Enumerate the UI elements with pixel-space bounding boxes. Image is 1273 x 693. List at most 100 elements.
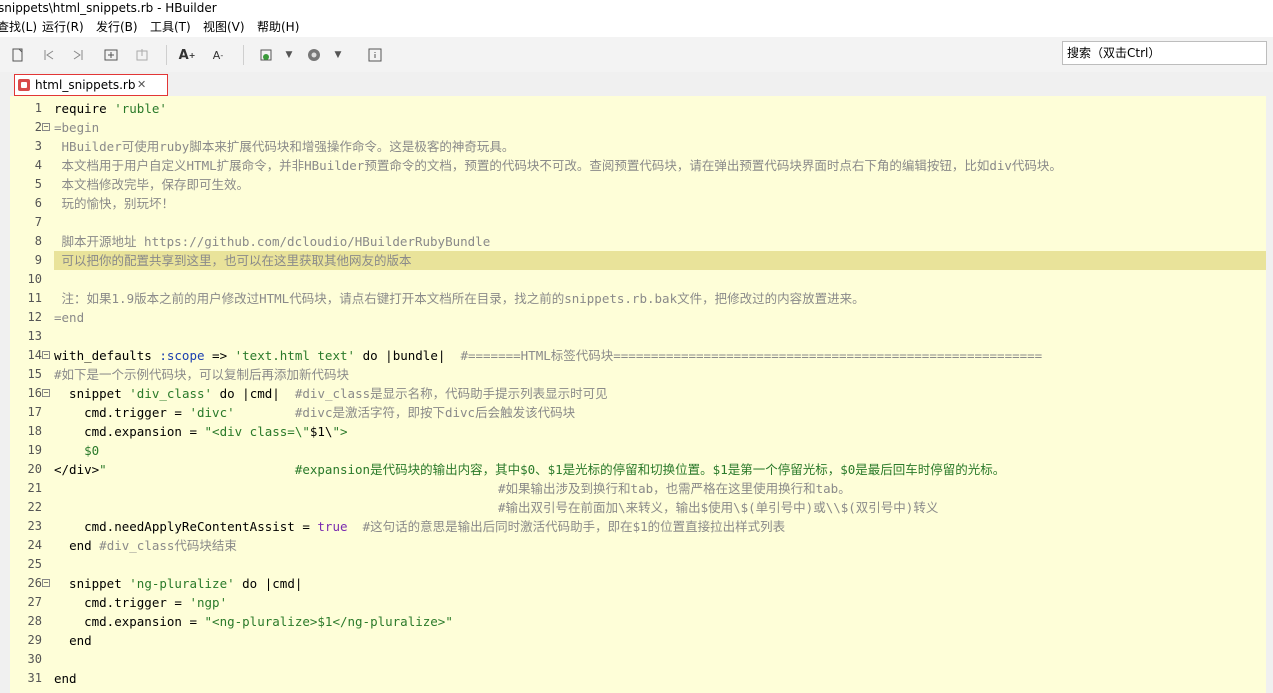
step-back-icon[interactable] <box>41 47 57 63</box>
line-number: 24 <box>27 538 42 552</box>
code-line[interactable]: 1 require 'ruble' <box>10 99 1273 118</box>
format-icon[interactable] <box>103 47 119 63</box>
new-file-icon[interactable] <box>10 47 26 63</box>
code-line[interactable]: 11 注：如果1.9版本之前的用户修改过HTML代码块，请点右键打开本文档所在目… <box>10 289 1273 308</box>
code-text: HBuilder可使用ruby脚本来扩展代码块和增强操作命令。这是极客的神奇玩具… <box>54 139 515 154</box>
code-line[interactable]: 6 玩的愉快，别玩坏！ <box>10 194 1273 213</box>
code-line[interactable]: 2− =begin <box>10 118 1273 137</box>
line-number: 30 <box>27 652 42 666</box>
code-line[interactable]: 8 脚本开源地址 https://github.com/dcloudio/HBu… <box>10 232 1273 251</box>
code-text: cmd.trigger = 'divc' #divc是激活字符，即按下divc后… <box>54 405 576 420</box>
fold-toggle-icon[interactable]: − <box>42 351 50 359</box>
code-line[interactable]: 9 可以把你的配置共享到这里，也可以在这里获取其他网友的版本 <box>10 251 1273 270</box>
code-line[interactable]: 27 cmd.trigger = 'ngp' <box>10 593 1273 612</box>
line-number: 18 <box>27 424 42 438</box>
code-line[interactable]: 20 </div>" #expansion是代码块的输出内容，其中$0、$1是光标… <box>10 460 1273 479</box>
code-line[interactable]: 16− snippet 'div_class' do |cmd| #div_cl… <box>10 384 1273 403</box>
code-text: end <box>69 633 92 648</box>
tab-label: html_snippets.rb <box>35 78 136 92</box>
line-number: 8 <box>34 234 42 248</box>
tab-html-snippets[interactable]: html_snippets.rb ✕ <box>14 74 168 96</box>
code-text: </div>" #expansion是代码块的输出内容，其中$0、$1是光标的停… <box>54 462 1006 477</box>
code-line[interactable]: 18 cmd.expansion = "<div class=\"$1\"> <box>10 422 1273 441</box>
line-number: 25 <box>27 557 42 571</box>
fold-toggle-icon[interactable]: − <box>42 123 50 131</box>
code-line[interactable]: 28 cmd.expansion = "<ng-pluralize>$1</ng… <box>10 612 1273 631</box>
line-number: 22 <box>27 500 42 514</box>
code-text: #如果输出涉及到换行和tab，也需严格在这里使用换行和tab。 <box>498 481 851 496</box>
line-number: 4 <box>34 158 42 172</box>
info-icon[interactable] <box>367 47 383 63</box>
code-text: =begin <box>54 120 100 135</box>
step-forward-icon[interactable] <box>70 47 86 63</box>
line-number: 13 <box>27 329 42 343</box>
code-text: end <box>54 671 77 686</box>
code-line[interactable]: 30 <box>10 650 1273 669</box>
line-number: 19 <box>27 443 42 457</box>
code-line[interactable]: 22 #输出双引号在前面加\来转义，输出$使用\$(单引号中)或\\$(双引号中… <box>10 498 1273 517</box>
code-line[interactable]: 10 <box>10 270 1273 289</box>
code-line[interactable]: 19 $0 <box>10 441 1273 460</box>
code-line[interactable]: 21 #如果输出涉及到换行和tab，也需严格在这里使用换行和tab。 <box>10 479 1273 498</box>
line-number: 27 <box>27 595 42 609</box>
code-text: $0 <box>54 443 100 458</box>
line-number: 11 <box>27 291 42 305</box>
toolbar-separator <box>243 45 244 65</box>
font-increase-icon[interactable]: A + <box>179 47 196 63</box>
menu-help[interactable]: 帮助(H) <box>257 17 299 37</box>
font-decrease-icon[interactable]: A- <box>210 47 226 63</box>
code-text: cmd.trigger = 'ngp' <box>54 595 228 610</box>
browser-icon[interactable] <box>306 47 322 63</box>
code-line[interactable]: 3 HBuilder可使用ruby脚本来扩展代码块和增强操作命令。这是极客的神奇… <box>10 137 1273 156</box>
menu-tools[interactable]: 工具(T) <box>150 17 191 37</box>
code-line[interactable]: 7 <box>10 213 1273 232</box>
code-text: 本文档修改完毕，保存即可生效。 <box>54 177 250 192</box>
chevron-down-icon[interactable]: ▼ <box>281 47 297 63</box>
code-line[interactable]: 23 cmd.needApplyReContentAssist = true #… <box>10 517 1273 536</box>
code-text: =end <box>54 310 85 325</box>
chevron-down-icon[interactable]: ▼ <box>330 47 346 63</box>
line-number: 9 <box>34 253 42 267</box>
line-number: 31 <box>27 671 42 685</box>
line-number: 26 <box>27 576 42 590</box>
line-number: 28 <box>27 614 42 628</box>
line-number: 21 <box>27 481 42 495</box>
menu-run[interactable]: 运行(R) <box>42 17 84 37</box>
code-line[interactable]: 25 <box>10 555 1273 574</box>
code-line[interactable]: 26− snippet 'ng-pluralize' do |cmd| <box>10 574 1273 593</box>
code-editor[interactable]: 1 require 'ruble' 2− =begin 3 HBuilder可使用rub… <box>10 96 1273 693</box>
line-number: 20 <box>27 462 42 476</box>
line-number: 6 <box>34 196 42 210</box>
code-line[interactable]: 17 cmd.trigger = 'divc' #divc是激活字符，即按下di… <box>10 403 1273 422</box>
code-line[interactable]: 14− with_defaults :scope => 'text.html te… <box>10 346 1273 365</box>
code-line[interactable]: 15 #如下是一个示例代码块，可以复制后再添加新代码块 <box>10 365 1273 384</box>
code-text: cmd.needApplyReContentAssist = true #这句话… <box>54 519 786 534</box>
line-number: 12 <box>27 310 42 324</box>
code-line[interactable]: 13 <box>10 327 1273 346</box>
code-text: 本文档用于用户自定义HTML扩展命令，并非HBuilder预置命令的文档，预置的… <box>54 158 1062 173</box>
line-number: 7 <box>34 215 42 229</box>
close-icon[interactable]: ✕ <box>137 75 146 95</box>
menu-find[interactable]: 查找(L) <box>0 17 37 37</box>
code-text: #如下是一个示例代码块，可以复制后再添加新代码块 <box>54 367 350 382</box>
window-title: snippets\html_snippets.rb - HBuilder <box>0 1 217 15</box>
search-input[interactable]: 搜索（双击Ctrl） <box>1062 41 1267 65</box>
menu-view[interactable]: 视图(V) <box>203 17 245 37</box>
code-text: cmd.expansion = "<div class=\"$1\"> <box>54 424 348 439</box>
code-line[interactable]: 5 本文档修改完毕，保存即可生效。 <box>10 175 1273 194</box>
code-text: with_defaults :scope => 'text.html text'… <box>54 348 1043 363</box>
code-line[interactable]: 12 =end <box>10 308 1273 327</box>
code-line[interactable]: 31 end <box>10 669 1273 688</box>
fold-toggle-icon[interactable]: − <box>42 389 50 397</box>
code-line[interactable]: 24 end #div_class代码块结束 <box>10 536 1273 555</box>
vertical-scrollbar[interactable] <box>1266 72 1273 693</box>
line-number: 14 <box>27 348 42 362</box>
code-text: snippet 'ng-pluralize' do |cmd| <box>54 576 303 591</box>
export-icon[interactable] <box>134 47 150 63</box>
run-icon[interactable] <box>258 47 274 63</box>
code-line[interactable]: 4 本文档用于用户自定义HTML扩展命令，并非HBuilder预置命令的文档，预… <box>10 156 1273 175</box>
line-number: 29 <box>27 633 42 647</box>
code-line[interactable]: 29 end <box>10 631 1273 650</box>
menu-publish[interactable]: 发行(B) <box>96 17 138 37</box>
fold-toggle-icon[interactable]: − <box>42 579 50 587</box>
